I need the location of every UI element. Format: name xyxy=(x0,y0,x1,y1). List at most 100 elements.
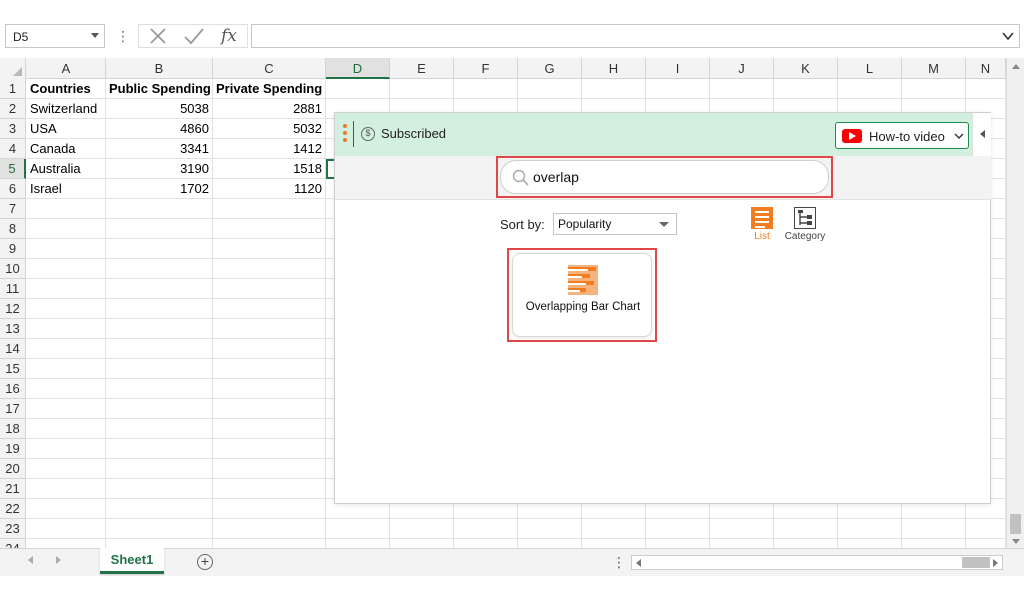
cell-c9[interactable] xyxy=(213,239,326,259)
view-category-button[interactable]: Category xyxy=(781,207,829,242)
select-all-corner[interactable] xyxy=(0,58,26,79)
cell-a13[interactable] xyxy=(27,319,106,339)
cell-n24[interactable] xyxy=(966,539,1006,548)
cell-m1[interactable] xyxy=(902,79,966,99)
cell-d24[interactable] xyxy=(326,539,390,548)
name-box[interactable]: D5 xyxy=(5,24,105,48)
column-header-c[interactable]: C xyxy=(213,58,326,79)
cell-h1[interactable] xyxy=(582,79,646,99)
cell-l23[interactable] xyxy=(838,519,902,539)
cell-a23[interactable] xyxy=(27,519,106,539)
name-box-dropdown-icon[interactable] xyxy=(91,33,99,38)
vertical-scrollbar[interactable] xyxy=(1006,58,1024,548)
cell-a11[interactable] xyxy=(27,279,106,299)
cell-j24[interactable] xyxy=(710,539,774,548)
cell-b11[interactable] xyxy=(106,279,213,299)
row-header-20[interactable]: 20 xyxy=(0,459,26,479)
cell-a3[interactable]: USA xyxy=(27,119,106,139)
cell-b17[interactable] xyxy=(106,399,213,419)
cell-b14[interactable] xyxy=(106,339,213,359)
cell-a14[interactable] xyxy=(27,339,106,359)
cell-f24[interactable] xyxy=(454,539,518,548)
chart-search-input[interactable]: overlap xyxy=(500,160,829,194)
formula-input[interactable] xyxy=(251,24,1020,48)
column-header-e[interactable]: E xyxy=(390,58,454,79)
row-header-8[interactable]: 8 xyxy=(0,219,26,239)
cell-a5[interactable]: Australia xyxy=(27,159,106,179)
cell-c18[interactable] xyxy=(213,419,326,439)
row-header-16[interactable]: 16 xyxy=(0,379,26,399)
cell-l24[interactable] xyxy=(838,539,902,548)
row-header-15[interactable]: 15 xyxy=(0,359,26,379)
cell-c24[interactable] xyxy=(213,539,326,548)
cell-a17[interactable] xyxy=(27,399,106,419)
row-header-23[interactable]: 23 xyxy=(0,519,26,539)
horizontal-scroll-thumb[interactable] xyxy=(962,557,990,568)
row-header-12[interactable]: 12 xyxy=(0,299,26,319)
row-header-6[interactable]: 6 xyxy=(0,179,26,199)
column-header-k[interactable]: K xyxy=(774,58,838,79)
cell-f1[interactable] xyxy=(454,79,518,99)
cell-h23[interactable] xyxy=(582,519,646,539)
cell-b3[interactable]: 4860 xyxy=(106,119,213,139)
horizontal-scrollbar[interactable] xyxy=(631,555,1003,570)
row-header-5[interactable]: 5 xyxy=(0,159,26,179)
cell-i23[interactable] xyxy=(646,519,710,539)
cell-c7[interactable] xyxy=(213,199,326,219)
cell-a24[interactable] xyxy=(27,539,106,548)
scroll-left-icon[interactable] xyxy=(636,559,641,567)
tab-bar-menu-icon[interactable]: ⋮ xyxy=(612,554,626,570)
sort-by-select[interactable]: Popularity xyxy=(553,213,677,235)
cell-k1[interactable] xyxy=(774,79,838,99)
cell-a16[interactable] xyxy=(27,379,106,399)
cell-c19[interactable] xyxy=(213,439,326,459)
cell-k24[interactable] xyxy=(774,539,838,548)
drag-handle-icon[interactable] xyxy=(343,124,347,144)
column-header-b[interactable]: B xyxy=(106,58,213,79)
row-header-24[interactable]: 24 xyxy=(0,539,26,548)
cell-b10[interactable] xyxy=(106,259,213,279)
cell-b5[interactable]: 3190 xyxy=(106,159,213,179)
row-header-13[interactable]: 13 xyxy=(0,319,26,339)
column-header-a[interactable]: A xyxy=(27,58,106,79)
scroll-right-icon[interactable] xyxy=(993,559,998,567)
row-header-21[interactable]: 21 xyxy=(0,479,26,499)
cell-f23[interactable] xyxy=(454,519,518,539)
cell-a19[interactable] xyxy=(27,439,106,459)
cell-c6[interactable]: 1120 xyxy=(213,179,326,199)
cell-a6[interactable]: Israel xyxy=(27,179,106,199)
column-header-d[interactable]: D xyxy=(326,58,390,79)
row-header-17[interactable]: 17 xyxy=(0,399,26,419)
cell-a10[interactable] xyxy=(27,259,106,279)
view-list-button[interactable]: List xyxy=(749,207,775,242)
cell-a22[interactable] xyxy=(27,499,106,519)
scroll-down-icon[interactable] xyxy=(1012,539,1020,544)
cell-c2[interactable]: 2881 xyxy=(213,99,326,119)
cell-c11[interactable] xyxy=(213,279,326,299)
scroll-up-icon[interactable] xyxy=(1012,64,1020,69)
vertical-scroll-thumb[interactable] xyxy=(1010,514,1021,534)
cell-b19[interactable] xyxy=(106,439,213,459)
row-header-7[interactable]: 7 xyxy=(0,199,26,219)
cell-c22[interactable] xyxy=(213,499,326,519)
cell-a1[interactable]: Countries xyxy=(27,79,106,99)
column-header-i[interactable]: I xyxy=(646,58,710,79)
cell-a7[interactable] xyxy=(27,199,106,219)
column-header-l[interactable]: L xyxy=(838,58,902,79)
cell-c4[interactable]: 1412 xyxy=(213,139,326,159)
cancel-icon[interactable] xyxy=(143,25,173,47)
confirm-icon[interactable] xyxy=(179,25,209,47)
column-header-f[interactable]: F xyxy=(454,58,518,79)
cell-a8[interactable] xyxy=(27,219,106,239)
cell-a4[interactable]: Canada xyxy=(27,139,106,159)
cell-g24[interactable] xyxy=(518,539,582,548)
cell-b7[interactable] xyxy=(106,199,213,219)
cell-j23[interactable] xyxy=(710,519,774,539)
cell-b4[interactable]: 3341 xyxy=(106,139,213,159)
how-to-video-button[interactable]: How-to video xyxy=(835,122,969,149)
column-header-m[interactable]: M xyxy=(902,58,966,79)
cell-b6[interactable]: 1702 xyxy=(106,179,213,199)
cell-c16[interactable] xyxy=(213,379,326,399)
row-header-22[interactable]: 22 xyxy=(0,499,26,519)
cell-b9[interactable] xyxy=(106,239,213,259)
